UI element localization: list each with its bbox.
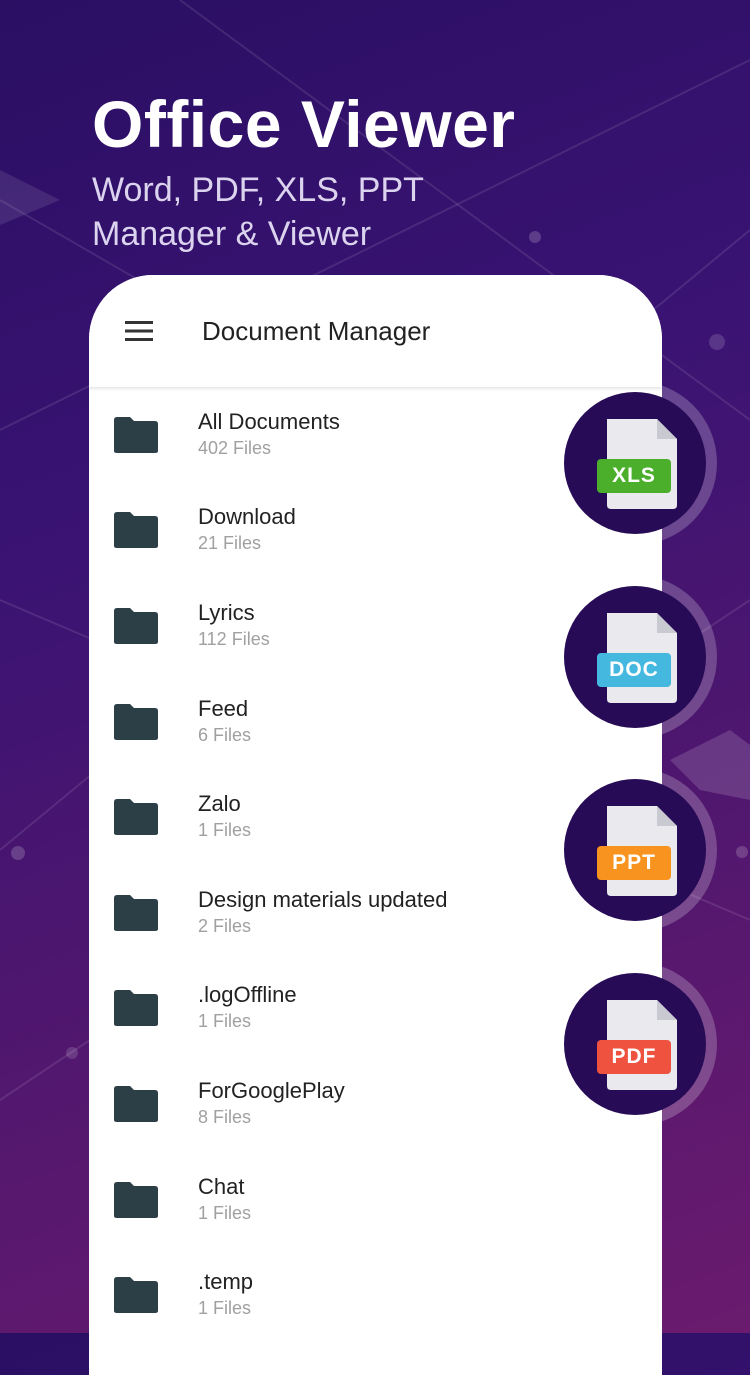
- folder-file-count: 112 Files: [198, 628, 270, 649]
- ppt-file-icon: PPT: [585, 800, 685, 900]
- folder-text: Download 21 Files: [198, 504, 296, 556]
- folder-icon: [114, 512, 158, 549]
- folder-name: Chat: [198, 1173, 245, 1199]
- folder-text: Design materials updated 2 Files: [198, 887, 447, 939]
- hamburger-menu-icon[interactable]: [101, 301, 177, 361]
- pdf-file-icon: PDF: [585, 994, 685, 1094]
- folder-icon: [114, 1277, 158, 1314]
- folder-icon: [114, 990, 158, 1027]
- xls-label: XLS: [597, 459, 671, 493]
- folder-row-temp[interactable]: .temp 1 Files: [89, 1247, 662, 1343]
- folder-name: ForGooglePlay: [198, 1077, 345, 1103]
- ppt-label: PPT: [597, 846, 671, 880]
- folder-file-count: 1 Files: [198, 1202, 252, 1223]
- folder-name: Zalo: [198, 791, 241, 817]
- folder-name: All Documents: [198, 408, 340, 434]
- ppt-badge: PPT: [553, 768, 717, 932]
- doc-label: DOC: [597, 653, 671, 687]
- folder-text: Zalo 1 Files: [198, 791, 251, 843]
- app-bar-title: Document Manager: [202, 315, 431, 346]
- folder-name: .temp: [198, 1269, 254, 1295]
- folder-name: Download: [198, 504, 296, 530]
- folder-file-count: 402 Files: [198, 437, 272, 458]
- folder-icon: [114, 894, 158, 931]
- doc-file-icon: DOC: [585, 607, 685, 707]
- folder-name: .logOffline: [198, 982, 297, 1008]
- folder-text: All Documents 402 Files: [198, 409, 340, 461]
- folder-file-count: 21 Files: [198, 533, 262, 554]
- folder-file-count: 1 Files: [198, 1011, 252, 1032]
- folder-text: Lyrics 112 Files: [198, 600, 270, 652]
- folder-text: Feed 6 Files: [198, 696, 251, 748]
- folder-icon: [114, 607, 158, 644]
- folder-name: Design materials updated: [198, 886, 448, 912]
- folder-file-count: 6 Files: [198, 724, 252, 745]
- hero-section: Office Viewer Word, PDF, XLS, PPT Manage…: [92, 88, 515, 256]
- folder-text: ForGooglePlay 8 Files: [198, 1078, 345, 1130]
- hero-subtitle-line-2: Manager & Viewer: [92, 215, 372, 253]
- hero-title: Office Viewer: [92, 87, 516, 161]
- folder-icon: [114, 703, 158, 740]
- xls-badge: XLS: [553, 381, 717, 545]
- folder-file-count: 8 Files: [198, 1106, 252, 1127]
- folder-text: .temp 1 Files: [198, 1269, 253, 1321]
- folder-icon: [114, 1181, 158, 1218]
- folder-name: Lyrics: [198, 599, 255, 625]
- folder-icon: [114, 1085, 158, 1122]
- folder-name: Feed: [198, 695, 249, 721]
- folder-file-count: 2 Files: [198, 915, 252, 936]
- pdf-label: PDF: [597, 1040, 671, 1074]
- hero-subtitle-line-1: Word, PDF, XLS, PPT: [92, 171, 424, 209]
- folder-text: .logOffline 1 Files: [198, 982, 297, 1034]
- folder-file-count: 1 Files: [198, 1298, 252, 1319]
- pdf-badge: PDF: [553, 962, 717, 1126]
- folder-text: Chat 1 Files: [198, 1174, 251, 1226]
- doc-badge: DOC: [553, 575, 717, 739]
- folder-file-count: 1 Files: [198, 820, 252, 841]
- hero-subtitle: Word, PDF, XLS, PPT Manager & Viewer: [92, 168, 515, 256]
- folder-row-chat[interactable]: Chat 1 Files: [89, 1152, 662, 1248]
- xls-file-icon: XLS: [585, 413, 685, 513]
- folder-icon: [114, 416, 158, 453]
- folder-icon: [114, 799, 158, 836]
- app-bar: Document Manager: [89, 275, 662, 387]
